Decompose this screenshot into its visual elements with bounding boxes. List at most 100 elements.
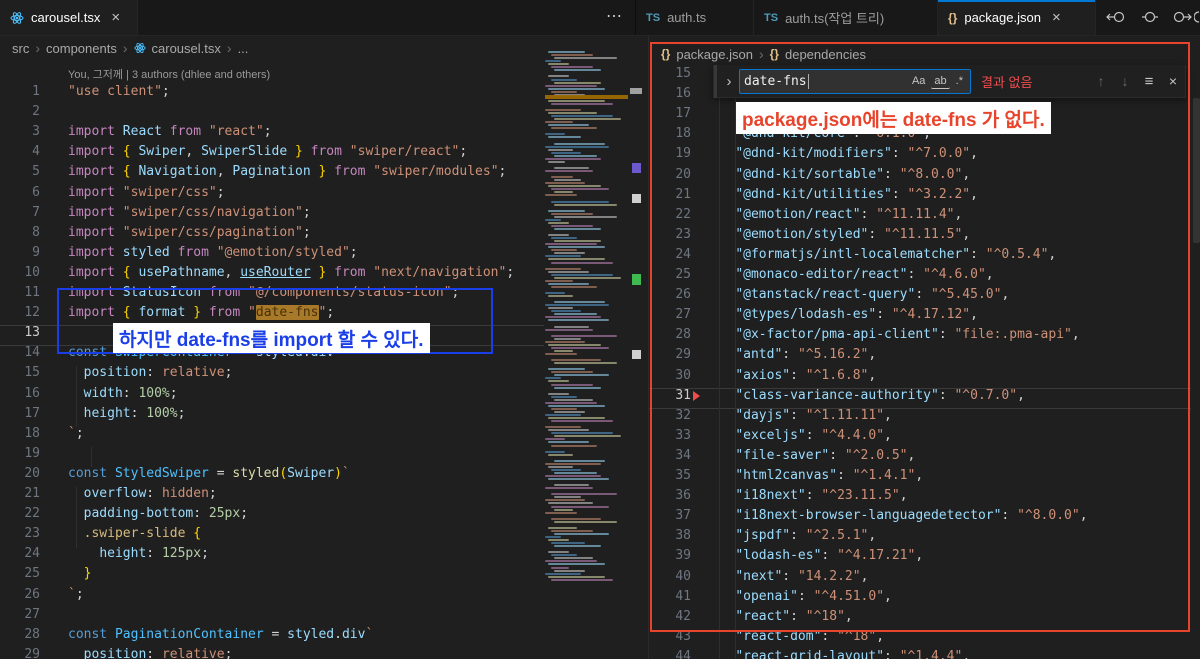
code-line[interactable]: 25"@monaco-editor/react": "^4.6.0", (649, 267, 1200, 287)
code-line[interactable]: 26"@tanstack/react-query": "^5.45.0", (649, 287, 1200, 307)
minimap-line (551, 249, 577, 251)
minimap-line (548, 51, 585, 53)
typescript-icon: TS (764, 12, 778, 24)
close-icon[interactable]: × (111, 9, 120, 26)
code-text: "@dnd-kit/sortable": "^8.0.0", (735, 167, 970, 182)
line-number: 19 (649, 146, 691, 161)
regex-icon[interactable]: .* (953, 74, 966, 88)
minimap-line (551, 530, 593, 532)
code-line[interactable]: 33"exceljs": "^4.4.0", (649, 428, 1200, 448)
minimap-line (554, 350, 573, 352)
code-line[interactable]: 34"file-saver": "^2.0.5", (649, 448, 1200, 468)
line-number: 41 (649, 589, 691, 604)
minimap-line (551, 518, 601, 520)
clipped-icon[interactable] (1194, 9, 1200, 25)
line-number: 42 (649, 609, 691, 624)
minimap-line (545, 146, 609, 148)
close-icon[interactable]: × (1052, 9, 1061, 26)
line-number: 38 (649, 528, 691, 543)
vscode-window: carousel.tsx × ⋯ TS auth.ts TS auth.ts(작… (0, 0, 1200, 659)
whole-word-icon[interactable]: ab (931, 74, 949, 89)
editor-actions-more-icon[interactable]: ⋯ (606, 6, 624, 26)
minimap-line (554, 143, 605, 145)
minimap-line (545, 280, 573, 282)
code-line[interactable]: 43"react-dom": "^18", (649, 629, 1200, 649)
minimap-line (551, 103, 613, 105)
find-widget-sash[interactable] (714, 65, 717, 98)
code-text: "exceljs": "^4.4.0", (735, 428, 892, 443)
find-toggle-replace-icon[interactable]: › (721, 73, 737, 90)
current-change-icon[interactable] (1140, 9, 1160, 25)
code-text: "jspdf": "^2.5.1", (735, 528, 876, 543)
find-widget: › date-fns Aa ab .* 결과 없음 ↑ ↓ ≡ × (713, 65, 1186, 98)
minimap-line (554, 277, 621, 279)
minimap-line (551, 66, 593, 68)
minimap-line (554, 460, 605, 462)
code-text: "@x-factor/pma-api-client": "file:.pma-a… (735, 327, 1079, 342)
react-icon (10, 11, 24, 25)
code-line[interactable]: 28"@x-factor/pma-api-client": "file:.pma… (649, 327, 1200, 347)
code-line[interactable]: 29"antd": "^5.16.2", (649, 347, 1200, 367)
code-line[interactable]: 24"@formatjs/intl-localematcher": "^0.5.… (649, 247, 1200, 267)
code-text: "i18next": "^23.11.5", (735, 488, 907, 503)
minimap-line (551, 469, 581, 471)
find-previous-icon[interactable]: ↑ (1089, 73, 1113, 89)
indent-guide (76, 366, 77, 427)
minimap[interactable] (545, 44, 628, 654)
code-text: overflow: hidden; (84, 486, 217, 501)
minimap-line (548, 344, 601, 346)
line-number: 10 (0, 265, 40, 280)
minimap-line (551, 127, 597, 129)
find-result-count: 결과 없음 (981, 72, 1032, 91)
indent-guide (719, 66, 720, 659)
code-line[interactable]: 42"react": "^18", (649, 609, 1200, 629)
code-line[interactable]: 20"@dnd-kit/sortable": "^8.0.0", (649, 167, 1200, 187)
code-line[interactable]: 27"@types/lodash-es": "^4.17.12", (649, 307, 1200, 327)
code-line[interactable]: 23"@emotion/styled": "^11.11.5", (649, 227, 1200, 247)
find-input[interactable]: date-fns Aa ab .* (739, 69, 971, 94)
next-change-icon[interactable] (1172, 9, 1192, 25)
minimap-line (551, 262, 613, 264)
code-text: `; (68, 587, 84, 602)
code-text: width: 100%; (84, 386, 178, 401)
typescript-icon: TS (646, 12, 660, 24)
minimap-line (554, 570, 585, 572)
scrollbar[interactable] (1193, 98, 1200, 243)
json-icon: {} (948, 11, 957, 25)
code-line[interactable]: 19"@dnd-kit/modifiers": "^7.0.0", (649, 146, 1200, 166)
tab-carousel-tsx[interactable]: carousel.tsx × (0, 0, 138, 35)
minimap-line (551, 506, 609, 508)
code-text: position: relative; (84, 647, 233, 659)
minimap-line (554, 228, 601, 230)
code-line[interactable]: 21"@dnd-kit/utilities": "^3.2.2", (649, 187, 1200, 207)
find-next-icon[interactable]: ↓ (1113, 73, 1137, 89)
code-line[interactable]: 36"i18next": "^23.11.5", (649, 488, 1200, 508)
code-line[interactable]: 31"class-variance-authority": "^0.7.0", (649, 388, 1200, 408)
code-line[interactable]: 41"openai": "^4.51.0", (649, 589, 1200, 609)
tab-package-json[interactable]: {} package.json × (938, 0, 1096, 35)
code-line[interactable]: 39"lodash-es": "^4.17.21", (649, 548, 1200, 568)
find-close-icon[interactable]: × (1161, 73, 1185, 89)
tab-auth-ts-working-tree[interactable]: TS auth.ts(작업 트리) (754, 0, 938, 35)
overview-ruler (628, 36, 646, 659)
code-line[interactable]: 40"next": "14.2.2", (649, 569, 1200, 589)
find-in-selection-icon[interactable]: ≡ (1137, 73, 1161, 90)
code-line[interactable]: 22"@emotion/react": "^11.11.4", (649, 207, 1200, 227)
text-cursor (808, 74, 809, 89)
tab-auth-ts[interactable]: TS auth.ts (636, 0, 754, 35)
minimap-line (545, 268, 581, 270)
code-line[interactable]: 30"axios": "^1.6.8", (649, 368, 1200, 388)
code-line[interactable]: 44"react-grid-layout": "^1.4.4", (649, 649, 1200, 659)
code-line[interactable]: 35"html2canvas": "^1.4.1", (649, 468, 1200, 488)
code-line[interactable]: 38 "jspdf": "^2.5.1", (649, 528, 1200, 548)
code-line[interactable]: 37"i18next-browser-languagedetector": "^… (649, 508, 1200, 528)
minimap-line (545, 536, 561, 538)
minimap-line (545, 499, 585, 501)
code-line[interactable]: 32"dayjs": "^1.11.11", (649, 408, 1200, 428)
match-case-icon[interactable]: Aa (909, 74, 928, 88)
indent-guide (91, 447, 92, 467)
line-number: 30 (649, 368, 691, 383)
minimap-line (551, 237, 577, 239)
minimap-line (554, 69, 601, 71)
prev-change-icon[interactable] (1106, 9, 1126, 25)
